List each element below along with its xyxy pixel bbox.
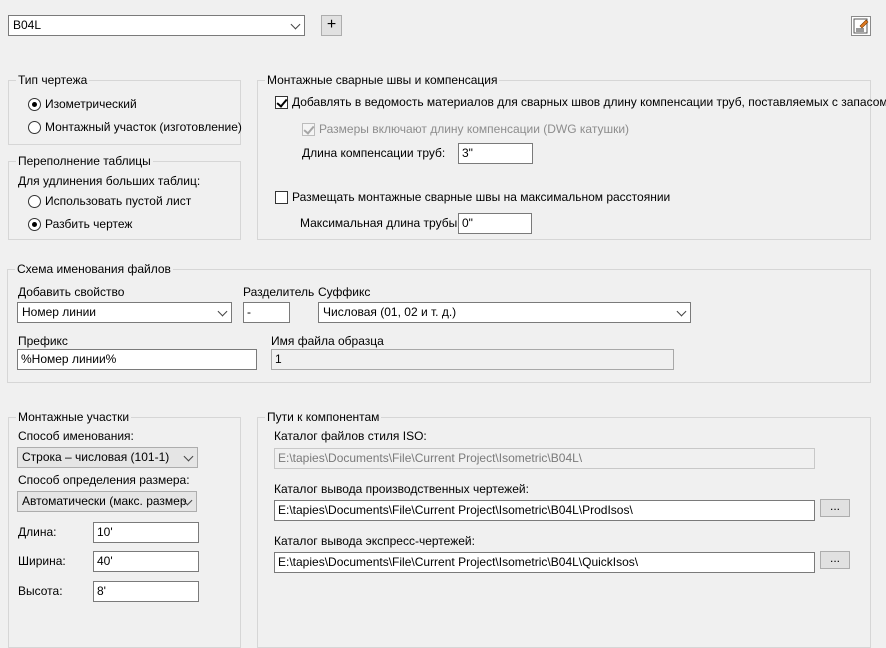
- chevron-down-icon: [183, 451, 194, 462]
- compensation-label: Длина компенсации труб:: [302, 146, 446, 160]
- max-distance-label: Размещать монтажные сварные швы на макси…: [292, 190, 671, 204]
- separator-value: -: [247, 305, 251, 319]
- prod-browse-button[interactable]: ...: [820, 499, 850, 517]
- radio-split-drawing-label: Разбить чертеж: [45, 217, 133, 231]
- add-to-bom-checkbox[interactable]: [275, 96, 288, 109]
- chevron-down-icon: [217, 306, 228, 317]
- size-method-value: Автоматически (макс. размер: [22, 494, 187, 508]
- quick-output-value: E:\tapies\Documents\File\Current Project…: [278, 555, 639, 569]
- size-method-select[interactable]: Автоматически (макс. размер: [17, 491, 197, 512]
- radio-blank-sheet-label: Использовать пустой лист: [45, 194, 192, 208]
- separator-input[interactable]: -: [243, 302, 290, 323]
- include-length-label: Размеры включают длину компенсации (DWG …: [319, 122, 630, 136]
- style-select[interactable]: B04L: [8, 15, 305, 36]
- prod-output-input[interactable]: E:\tapies\Documents\File\Current Project…: [274, 500, 815, 521]
- height-value: 8': [97, 584, 106, 598]
- sample-input: 1: [271, 349, 674, 370]
- width-value: 40': [97, 554, 113, 568]
- prefix-value: %Номер линии%: [21, 352, 117, 366]
- length-input[interactable]: 10': [93, 522, 199, 543]
- compensation-value: 3": [462, 146, 473, 160]
- length-label: Длина:: [18, 525, 57, 539]
- suffix-label: Суффикс: [318, 285, 371, 299]
- iso-style-input: E:\tapies\Documents\File\Current Project…: [274, 448, 815, 469]
- radio-isometric[interactable]: [28, 98, 41, 111]
- table-overflow-prompt: Для удлинения больших таблиц:: [18, 174, 201, 188]
- suffix-value: Числовая (01, 02 и т. д.): [323, 305, 457, 319]
- prod-output-value: E:\tapies\Documents\File\Current Project…: [278, 503, 633, 517]
- radio-blank-sheet[interactable]: [28, 195, 41, 208]
- plus-icon: +: [326, 16, 337, 33]
- chevron-down-icon: [676, 306, 687, 317]
- iso-style-label: Каталог файлов стиля ISO:: [274, 429, 427, 443]
- naming-method-select[interactable]: Строка – числовая (101-1): [17, 447, 198, 468]
- quick-output-label: Каталог вывода экспресс-чертежей:: [274, 534, 475, 548]
- suffix-select[interactable]: Числовая (01, 02 и т. д.): [318, 302, 691, 323]
- sample-value: 1: [275, 352, 282, 366]
- prefix-label: Префикс: [18, 334, 68, 348]
- edit-style-icon-graphic: [853, 18, 869, 34]
- length-value: 10': [97, 525, 113, 539]
- add-to-bom-label: Добавлять в ведомость материалов для сва…: [292, 95, 886, 109]
- width-input[interactable]: 40': [93, 551, 199, 572]
- edit-style-icon[interactable]: [851, 16, 871, 36]
- naming-method-label: Способ именования:: [18, 429, 134, 443]
- spools-title: Монтажные участки: [16, 410, 132, 424]
- add-property-label: Добавить свойство: [18, 285, 125, 299]
- ellipsis-icon: ...: [829, 551, 840, 565]
- file-naming-title: Схема именования файлов: [15, 262, 173, 276]
- include-length-checkbox[interactable]: [302, 123, 315, 136]
- max-distance-checkbox[interactable]: [275, 191, 288, 204]
- height-label: Высота:: [18, 584, 63, 598]
- style-select-value: B04L: [13, 18, 42, 32]
- height-input[interactable]: 8': [93, 581, 199, 602]
- separator-label: Разделитель: [243, 285, 315, 299]
- radio-isometric-label: Изометрический: [45, 97, 137, 111]
- field-welds-title: Монтажные сварные швы и компенсация: [265, 73, 500, 87]
- quick-browse-button[interactable]: ...: [820, 551, 850, 569]
- radio-split-drawing[interactable]: [28, 218, 41, 231]
- add-style-button[interactable]: +: [321, 15, 342, 36]
- drawing-type-group: Тип чертежа: [8, 73, 241, 145]
- width-label: Ширина:: [18, 554, 66, 568]
- compensation-input[interactable]: 3": [458, 143, 533, 164]
- add-property-select[interactable]: Номер линии: [17, 302, 232, 323]
- max-pipe-value: 0": [462, 216, 473, 230]
- max-pipe-input[interactable]: 0": [458, 213, 532, 234]
- max-pipe-label: Максимальная длина трубы:: [300, 216, 461, 230]
- prod-output-label: Каталог вывода производственных чертежей…: [274, 482, 529, 496]
- size-method-label: Способ определения размера:: [18, 473, 190, 487]
- quick-output-input[interactable]: E:\tapies\Documents\File\Current Project…: [274, 552, 815, 573]
- prefix-input[interactable]: %Номер линии%: [17, 349, 257, 370]
- table-overflow-title: Переполнение таблицы: [16, 154, 153, 168]
- ellipsis-icon: ...: [829, 499, 840, 513]
- iso-style-value: E:\tapies\Documents\File\Current Project…: [278, 451, 583, 465]
- paths-title: Пути к компонентам: [265, 410, 382, 424]
- drawing-type-title: Тип чертежа: [16, 73, 90, 87]
- radio-spool-label: Монтажный участок (изготовление): [45, 120, 242, 134]
- naming-method-value: Строка – числовая (101-1): [22, 450, 170, 464]
- radio-spool[interactable]: [28, 121, 41, 134]
- chevron-down-icon: [290, 19, 301, 30]
- sample-label: Имя файла образца: [271, 334, 384, 348]
- add-property-value: Номер линии: [22, 305, 97, 319]
